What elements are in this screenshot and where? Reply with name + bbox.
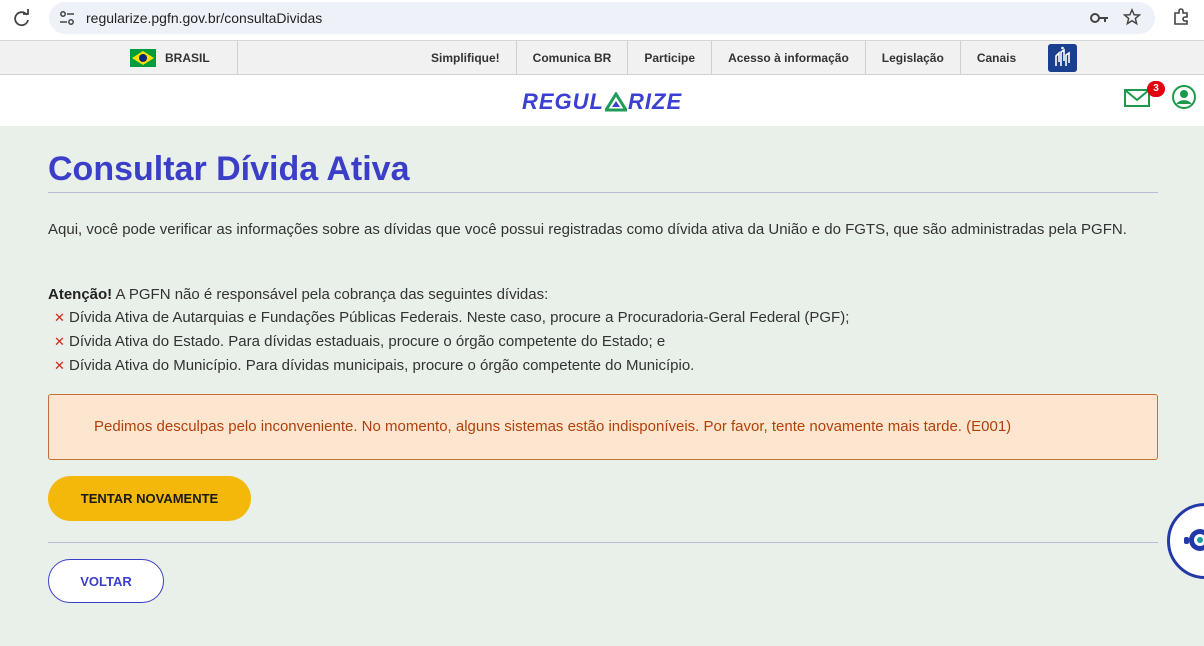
chat-assistant-button[interactable] — [1167, 503, 1204, 579]
user-icon[interactable] — [1172, 85, 1196, 109]
section-divider — [48, 542, 1158, 543]
chat-assistant-icon — [1184, 529, 1204, 551]
x-mark-icon: ✕ — [54, 310, 65, 325]
site-info-icon[interactable] — [58, 9, 76, 27]
logo-text-left: REGUL — [522, 89, 604, 114]
address-bar[interactable]: regularize.pgfn.gov.br/consultaDividas — [49, 2, 1155, 34]
gov-link-acesso-informacao[interactable]: Acesso à informação — [712, 41, 866, 75]
brasil-label: BRASIL — [165, 51, 210, 65]
attention-body: A PGFN não é responsável pela cobrança d… — [112, 286, 549, 303]
key-icon[interactable] — [1089, 9, 1109, 27]
list-item: ✕ Dívida Ativa do Estado. Para dívidas es… — [54, 330, 849, 354]
gov-link-simplifique[interactable]: Simplifique! — [415, 41, 517, 75]
debt-item-text: Dívida Ativa do Município. Para dívidas … — [69, 357, 695, 374]
reload-icon[interactable] — [12, 9, 32, 29]
gov-link-canais[interactable]: Canais — [961, 41, 1032, 75]
error-alert: Pedimos desculpas pelo inconveniente. No… — [48, 394, 1158, 460]
regularize-logo[interactable]: REGUL RIZE — [522, 89, 682, 115]
extensions-icon[interactable] — [1172, 8, 1190, 26]
brazil-flag-icon — [130, 49, 156, 67]
x-mark-icon: ✕ — [54, 334, 65, 349]
page-title: Consultar Dívida Ativa — [48, 150, 410, 188]
gov-bar: BRASIL Simplifique! Comunica BR Particip… — [0, 41, 1204, 75]
intro-text: Aqui, você pode verificar as informações… — [48, 221, 1127, 238]
brasil-link[interactable]: BRASIL — [130, 41, 238, 75]
list-item: ✕ Dívida Ativa do Município. Para dívidas… — [54, 354, 849, 378]
retry-button[interactable]: TENTAR NOVAMENTE — [48, 476, 251, 521]
notification-badge: 3 — [1147, 81, 1165, 97]
browser-toolbar: regularize.pgfn.gov.br/consultaDividas — [0, 0, 1204, 41]
app-header: REGUL RIZE 3 — [0, 75, 1204, 126]
gov-links: Simplifique! Comunica BR Participe Acess… — [415, 41, 1032, 75]
x-mark-icon: ✕ — [54, 358, 65, 373]
debt-list: ✕ Dívida Ativa de Autarquias e Fundações … — [54, 306, 849, 378]
mail-icon[interactable] — [1124, 88, 1150, 108]
error-message: Pedimos desculpas pelo inconveniente. No… — [94, 418, 1012, 435]
back-button[interactable]: VOLTAR — [48, 559, 164, 603]
logo-text-right: RIZE — [628, 89, 683, 114]
attention-text: Atenção! A PGFN não é responsável pela c… — [48, 283, 548, 307]
debt-item-text: Dívida Ativa de Autarquias e Fundações P… — [69, 309, 850, 326]
gov-link-participe[interactable]: Participe — [628, 41, 713, 75]
libras-accessibility-icon[interactable] — [1048, 44, 1077, 72]
url-text: regularize.pgfn.gov.br/consultaDividas — [86, 10, 323, 26]
title-divider — [48, 192, 1158, 193]
debt-item-text: Dívida Ativa do Estado. Para dívidas est… — [69, 333, 666, 350]
list-item: ✕ Dívida Ativa de Autarquias e Fundações … — [54, 306, 849, 330]
star-icon[interactable] — [1123, 8, 1141, 26]
gov-link-legislacao[interactable]: Legislação — [866, 41, 961, 75]
attention-label: Atenção! — [48, 286, 113, 303]
gov-link-comunica-br[interactable]: Comunica BR — [517, 41, 629, 75]
logo-a-icon — [605, 92, 627, 112]
